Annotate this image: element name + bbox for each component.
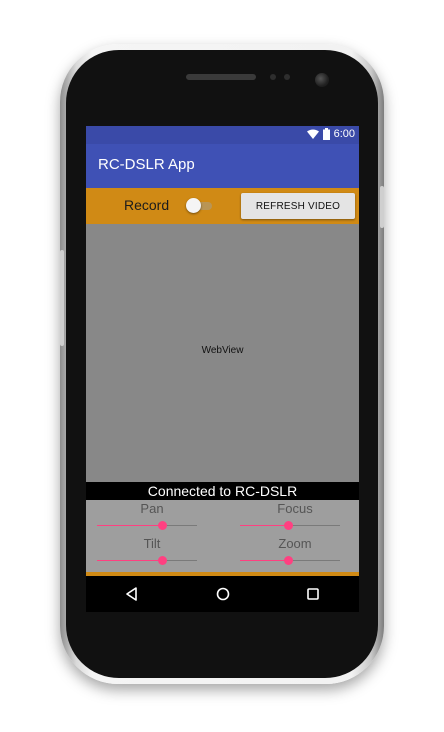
webview-placeholder: WebView: [201, 345, 244, 356]
focus-control: Focus: [240, 500, 350, 536]
focus-label: Focus: [277, 501, 313, 516]
device-screen: 6:00 RC-DSLR App Record REFRESH VIDEO We…: [86, 126, 359, 612]
zoom-control: Zoom: [240, 535, 350, 571]
tilt-slider-fill: [97, 560, 162, 561]
tilt-label: Tilt: [143, 536, 161, 551]
app-title: RC-DSLR App: [98, 156, 195, 173]
device-volume-button: [60, 250, 64, 346]
device-side-button: [380, 186, 384, 228]
tilt-control: Tilt: [97, 535, 207, 571]
refresh-video-button[interactable]: REFRESH VIDEO: [241, 193, 355, 219]
battery-icon: [322, 128, 330, 140]
focus-slider-thumb[interactable]: [284, 521, 293, 530]
pan-slider[interactable]: [97, 521, 197, 531]
status-bar: 6:00: [86, 126, 359, 144]
focus-slider-fill: [240, 525, 288, 526]
front-camera: [315, 73, 329, 87]
home-icon: [213, 584, 233, 604]
earpiece-speaker: [186, 74, 256, 80]
record-switch[interactable]: [186, 198, 214, 214]
record-label: Record: [124, 197, 170, 213]
status-time: 6:00: [333, 128, 355, 140]
pan-label: Pan: [140, 501, 164, 516]
tilt-slider-thumb[interactable]: [158, 556, 167, 565]
record-switch-thumb: [186, 198, 201, 213]
proximity-sensor: [270, 74, 276, 80]
pan-slider-thumb[interactable]: [158, 521, 167, 530]
app-bar: RC-DSLR App: [86, 144, 359, 188]
zoom-slider[interactable]: [240, 556, 340, 566]
webview[interactable]: WebView: [86, 224, 359, 482]
back-icon: [122, 584, 142, 604]
status-icons: 6:00: [306, 128, 355, 140]
tilt-slider[interactable]: [97, 556, 197, 566]
record-toolbar: Record REFRESH VIDEO: [86, 188, 359, 224]
zoom-slider-thumb[interactable]: [284, 556, 293, 565]
wifi-icon: [306, 129, 319, 139]
connection-status: Connected to RC-DSLR: [86, 482, 359, 500]
zoom-slider-fill: [240, 560, 288, 561]
zoom-label: Zoom: [278, 536, 312, 551]
recents-icon: [303, 584, 323, 604]
home-button[interactable]: [213, 584, 233, 604]
navigation-bar: [86, 576, 359, 612]
camera-controls: Pan Focus Tilt Zoom: [86, 500, 359, 572]
light-sensor: [284, 74, 290, 80]
pan-control: Pan: [97, 500, 207, 536]
focus-slider[interactable]: [240, 521, 340, 531]
back-button[interactable]: [122, 584, 142, 604]
pan-slider-fill: [97, 525, 162, 526]
recents-button[interactable]: [303, 584, 323, 604]
